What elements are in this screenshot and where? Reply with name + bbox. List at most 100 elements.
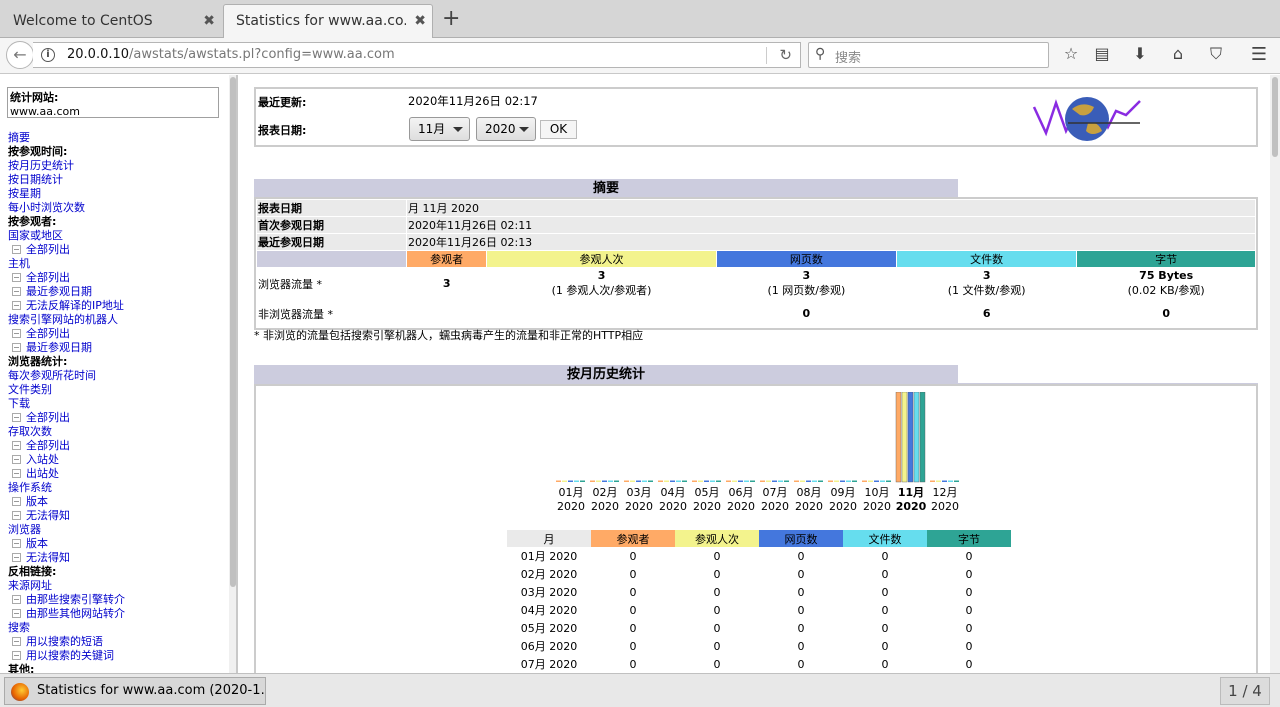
close-icon[interactable]: ✖ <box>203 6 215 36</box>
chart-x-tick-label: 06月 <box>729 486 754 499</box>
sidebar-item[interactable]: 无法得知 <box>8 551 228 565</box>
menu-icon[interactable]: ☰ <box>1247 44 1271 65</box>
table-row: 报表日期月 11月 2020 <box>256 199 1256 217</box>
chevron-down-icon <box>453 127 463 132</box>
chart-bar <box>919 392 926 483</box>
table-cell: 05月 2020 <box>520 622 578 635</box>
sidebar-item[interactable]: 按月历史统计 <box>8 159 228 173</box>
sidebar-item[interactable]: 入站处 <box>8 453 228 467</box>
sidebar-item[interactable]: 最近参观日期 <box>8 341 228 355</box>
sidebar-item[interactable]: 浏览器 <box>8 523 228 537</box>
sidebar-item[interactable]: 存取次数 <box>8 425 228 439</box>
sidebar-item[interactable]: 由那些搜索引擎转介 <box>8 593 228 607</box>
home-icon[interactable]: ⌂ <box>1166 44 1190 63</box>
sidebar-item[interactable]: 国家或地区 <box>8 229 228 243</box>
scrollbar-thumb[interactable] <box>230 77 236 587</box>
new-tab-icon[interactable]: + <box>442 7 460 31</box>
url-text[interactable]: 20.0.0.10/awstats/awstats.pl?config=www.… <box>67 47 395 62</box>
table-cell: 0 <box>797 657 805 671</box>
sidebar-item[interactable]: 搜索引擎网站的机器人 <box>8 313 228 327</box>
list-bullet-icon <box>12 637 21 646</box>
main-scrollbar[interactable] <box>1270 75 1280 673</box>
awstats-logo[interactable] <box>1032 93 1142 145</box>
sidebar-item[interactable]: 搜索 <box>8 621 228 635</box>
url-path: /awstats/awstats.pl?config=www.aa.com <box>129 47 395 62</box>
reload-icon[interactable]: ↻ <box>779 46 792 64</box>
search-input[interactable]: ⚲ 搜索 <box>808 42 1049 68</box>
address-bar[interactable]: i 20.0.0.10/awstats/awstats.pl?config=ww… <box>33 42 801 68</box>
reading-list-icon[interactable]: ▤ <box>1090 44 1114 63</box>
summary-table: 报表日期月 11月 2020 首次参观日期 2020年11月26日 02:11 最… <box>254 197 1258 330</box>
sidebar-item[interactable]: 出站处 <box>8 467 228 481</box>
list-bullet-icon <box>12 539 21 548</box>
sidebar-item-label: 版本 <box>26 495 48 508</box>
sidebar-item[interactable]: 下载 <box>8 397 228 411</box>
workspace-indicator[interactable]: 1 / 4 <box>1220 677 1270 705</box>
sidebar-item-label: 存取次数 <box>8 425 52 438</box>
sidebar-item-label: 搜索引擎网站的机器人 <box>8 313 118 326</box>
sidebar-item[interactable]: 按星期 <box>8 187 228 201</box>
sidebar-item[interactable]: 用以搜索的关键词 <box>8 649 228 663</box>
table-cell: 0 <box>881 621 889 635</box>
sidebar-item[interactable]: 每小时浏览次数 <box>8 201 228 215</box>
sidebar-item-label: 每小时浏览次数 <box>8 201 85 214</box>
list-bullet-icon <box>12 469 21 478</box>
star-icon[interactable]: ☆ <box>1059 44 1083 63</box>
sidebar-item[interactable]: 操作系统 <box>8 481 228 495</box>
not-viewed-traffic-label: 非浏览器流量 * <box>256 299 407 328</box>
sidebar-item[interactable]: 摘要 <box>8 131 228 145</box>
chart-bar <box>930 480 935 482</box>
chart-bar <box>738 480 743 482</box>
taskbar-window-button[interactable]: Statistics for www.aa.com (2020-1… <box>4 677 266 705</box>
sidebar-item[interactable]: 每次参观所花时间 <box>8 369 228 383</box>
pocket-icon[interactable]: ⛉ <box>1204 44 1228 64</box>
tab-welcome-centos[interactable]: Welcome to CentOS ✖ <box>0 4 222 38</box>
table-cell: 07月 2020 <box>520 658 578 671</box>
month-select[interactable]: 11月 <box>409 117 470 141</box>
viewed-traffic-label: 浏览器流量 * <box>256 267 407 300</box>
sidebar-item[interactable]: 全部列出 <box>8 439 228 453</box>
chart-x-tick-year: 2020 <box>829 500 857 513</box>
sidebar-item[interactable]: 最近参观日期 <box>8 285 228 299</box>
sidebar-item[interactable]: 无法得知 <box>8 509 228 523</box>
close-icon[interactable]: ✖ <box>414 6 426 36</box>
sidebar-item[interactable]: 按日期统计 <box>8 173 228 187</box>
sidebar-item[interactable]: 全部列出 <box>8 327 228 341</box>
col-visitors: 参观者 <box>591 530 675 547</box>
taskbar: Statistics for www.aa.com (2020-1… 1 / 4 <box>0 673 1280 707</box>
info-icon[interactable]: i <box>41 48 55 62</box>
last-update-value: 2020年11月26日 02:17 <box>408 94 538 108</box>
sidebar-item[interactable]: 用以搜索的短语 <box>8 635 228 649</box>
sidebar-item[interactable]: 全部列出 <box>8 243 228 257</box>
sidebar-item[interactable]: 无法反解译的IP地址 <box>8 299 228 313</box>
tab-label: Welcome to CentOS <box>13 13 153 29</box>
table-cell: 0 <box>965 621 973 635</box>
sidebar-item[interactable]: 版本 <box>8 537 228 551</box>
table-cell: 0 <box>881 549 889 563</box>
sidebar-item[interactable]: 主机 <box>8 257 228 271</box>
chart-x-tick-year: 2020 <box>693 500 721 513</box>
sidebar-item[interactable]: 版本 <box>8 495 228 509</box>
sidebar-item[interactable]: 全部列出 <box>8 271 228 285</box>
sidebar-item-label: 按日期统计 <box>8 173 63 186</box>
sidebar-item[interactable]: 来源网址 <box>8 579 228 593</box>
sidebar-item[interactable]: 全部列出 <box>8 411 228 425</box>
year-select[interactable]: 2020 <box>476 117 536 141</box>
chart-bar <box>710 480 715 482</box>
table-cell: 03月 2020 <box>520 586 578 599</box>
scrollbar-thumb[interactable] <box>1272 77 1278 157</box>
download-icon[interactable]: ⬇ <box>1128 44 1152 63</box>
chart-bar <box>624 480 629 482</box>
table-cell: 01月 2020 <box>520 550 578 563</box>
chart-bar <box>936 480 941 482</box>
ok-button[interactable]: OK <box>540 120 577 139</box>
sidebar-item[interactable]: 由那些其他网站转介 <box>8 607 228 621</box>
left-scrollbar[interactable] <box>229 75 236 673</box>
chart-bar <box>750 480 755 482</box>
list-bullet-icon <box>12 245 21 254</box>
chart-x-tick-label: 10月 <box>865 486 890 499</box>
sidebar-item[interactable]: 文件类别 <box>8 383 228 397</box>
tab-statistics[interactable]: Statistics for www.aa.co... ✖ <box>223 4 433 38</box>
chart-bar <box>846 480 851 482</box>
back-arrow-icon[interactable]: ← <box>6 41 34 69</box>
